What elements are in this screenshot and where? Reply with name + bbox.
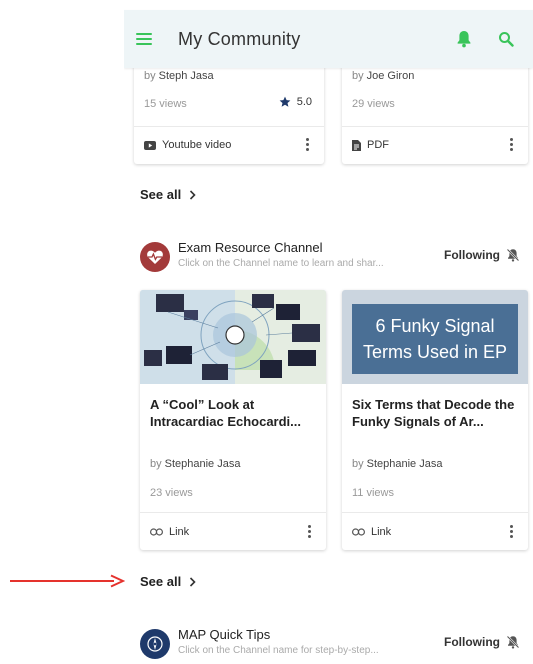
card-views: 11 views [352,487,394,499]
link-icon [352,528,365,536]
author-prefix: by [352,70,364,82]
search-icon[interactable] [495,28,517,50]
resource-card[interactable]: 6 Funky Signal Terms Used in EP Six Term… [342,290,528,550]
bell-off-icon [506,248,520,262]
card-views: 29 views [352,98,395,110]
card-type: Youtube video [162,139,232,151]
bell-off-icon [506,635,520,649]
author-prefix: by [352,458,364,470]
menu-icon[interactable] [136,33,152,45]
more-options-icon[interactable] [510,525,514,538]
channel-description: Click on the Channel name to learn and s… [178,258,384,269]
more-options-icon[interactable] [306,138,310,151]
annotation-arrow-icon [10,574,125,588]
card-title: Six Terms that Decode the Funky Signals … [352,397,515,429]
app-screen: My Community by Steph Jasa 15 views 5.0 Y… [124,0,533,664]
channel-name: MAP Quick Tips [178,627,271,642]
resource-card[interactable]: A “Cool” Look at Intracardiac Echocardi.… [140,290,326,550]
page-title: My Community [178,28,301,49]
author-prefix: by [144,70,156,82]
see-all-label: See all [140,187,182,202]
card-rating: 5.0 [296,96,312,108]
ice-thumbnail-image [140,290,326,384]
channel-avatar [140,242,170,272]
thumbnail-text: 6 Funky Signal Terms Used in EP [352,304,518,374]
channel-description: Click on the Channel name for step-by-st… [178,645,379,656]
app-bar: My Community [124,10,533,68]
card-type: Link [371,526,392,538]
youtube-icon [144,140,156,150]
link-icon [150,528,163,536]
pdf-icon [352,139,361,151]
following-button[interactable]: Following [444,635,520,649]
card-views: 23 views [150,487,193,499]
funky-signal-thumbnail: 6 Funky Signal Terms Used in EP [342,290,528,384]
more-options-icon[interactable] [510,138,514,151]
card-title: A “Cool” Look at Intracardiac Echocardi.… [150,397,302,429]
card-author: Joe Giron [366,70,415,82]
following-button[interactable]: Following [444,248,520,262]
see-all-link[interactable]: See all [140,187,196,202]
channel-avatar [140,629,170,659]
heart-pulse-icon [147,250,163,264]
channel-header[interactable]: MAP Quick Tips Click on the Channel name… [140,627,520,664]
card-author: Steph Jasa [158,70,214,82]
author-prefix: by [150,458,162,470]
compass-icon [147,636,163,652]
see-all-label: See all [140,574,182,589]
card-author: Stephanie Jasa [366,458,443,470]
card-type: Link [169,526,190,538]
see-all-link[interactable]: See all [140,574,196,589]
card-views: 15 views [144,98,187,110]
bell-icon[interactable] [453,28,475,50]
chevron-right-icon [190,189,196,200]
card-author: Stephanie Jasa [164,458,241,470]
more-options-icon[interactable] [308,525,312,538]
following-label: Following [444,635,500,649]
following-label: Following [444,248,500,262]
star-icon [279,96,291,107]
channel-header[interactable]: Exam Resource Channel Click on the Chann… [140,240,520,280]
channel-name: Exam Resource Channel [178,240,323,255]
chevron-right-icon [190,576,196,587]
card-type: PDF [367,139,389,151]
